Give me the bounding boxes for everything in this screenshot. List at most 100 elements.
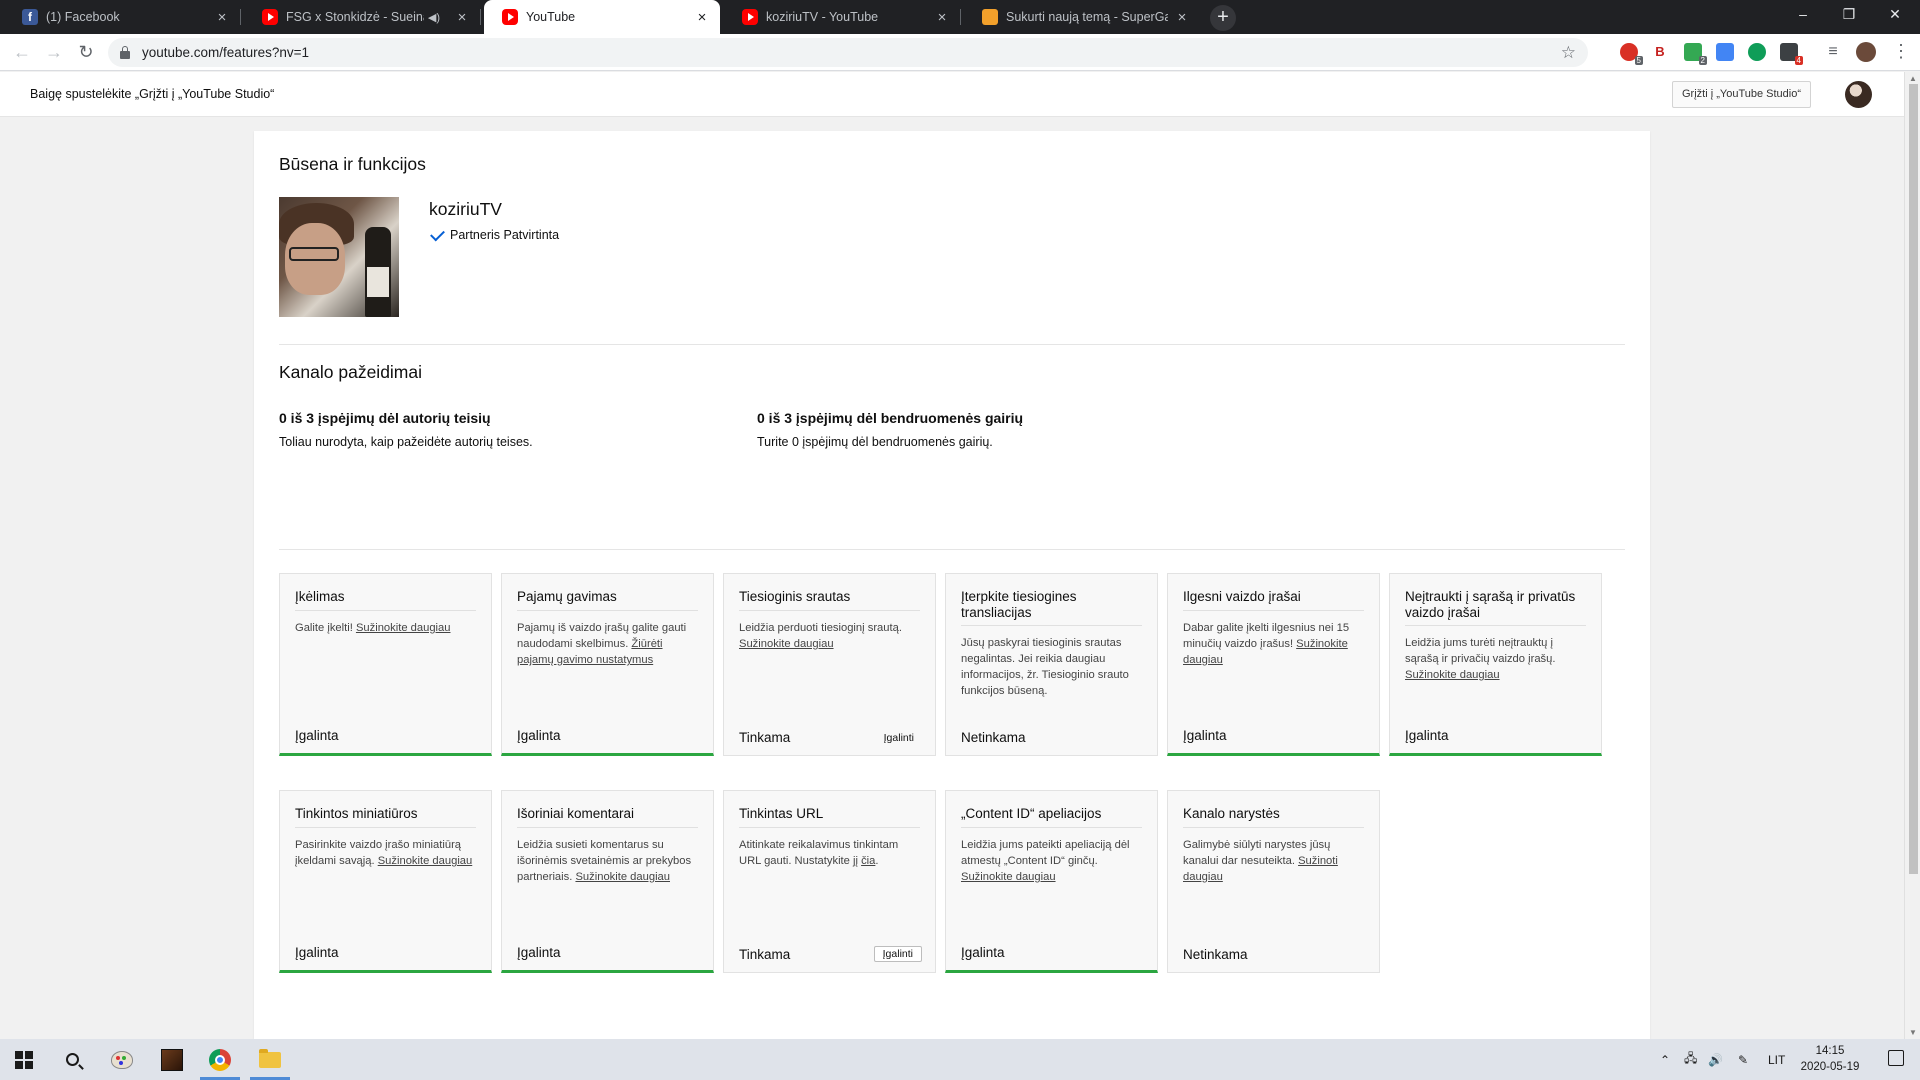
start-button[interactable] <box>0 1039 48 1080</box>
tab-close-icon[interactable]: × <box>454 9 470 26</box>
enable-button[interactable]: Įgalinti <box>876 731 922 745</box>
browser-tab-strip: f (1) Facebook × FSG x Stonkidzė - Suein… <box>0 0 1920 34</box>
return-to-studio-button[interactable]: Grįžti į „YouTube Studio“ <box>1672 81 1812 108</box>
reload-button[interactable]: ↻ <box>72 38 100 66</box>
notifications-icon[interactable] <box>1888 1050 1904 1066</box>
feature-divider <box>739 610 920 611</box>
checkmark-icon <box>430 226 445 241</box>
feature-status: Tinkama <box>739 947 791 962</box>
game-app-icon <box>161 1048 183 1071</box>
learn-more-link[interactable]: čia <box>861 855 875 867</box>
account-avatar[interactable] <box>1845 81 1872 108</box>
taskbar-search-button[interactable] <box>48 1039 96 1080</box>
feature-status: Įgalinta <box>1405 728 1449 743</box>
extension-b-icon[interactable]: B <box>1651 43 1669 61</box>
feature-card: Įterpkite tiesiogines transliacijas Jūsų … <box>945 573 1158 756</box>
taskbar-chrome[interactable] <box>196 1039 244 1080</box>
taskbar-paint-app[interactable] <box>98 1039 146 1080</box>
feature-title: Kanalo narystės <box>1183 806 1280 821</box>
tab-close-icon[interactable]: × <box>694 9 710 26</box>
learn-more-link[interactable]: Sužinokite daugiau <box>356 622 451 634</box>
feature-title: Neįtraukti į sąrašą ir privatūs vaizdo į… <box>1405 589 1576 620</box>
feature-description: Pasirinkite vaizdo įrašo miniatiūrą įkel… <box>295 837 478 869</box>
feature-status: Įgalinta <box>295 945 339 960</box>
system-clock[interactable]: 14:15 2020-05-19 <box>1792 1043 1868 1075</box>
tab-title: (1) Facebook <box>46 10 120 24</box>
tab-fsg-video[interactable]: FSG x Stonkidzė - Sueina (Pr ◀) × <box>244 0 481 34</box>
feature-title: Įterpkite tiesiogines transliacijas <box>961 589 1077 620</box>
feature-title: Pajamų gavimas <box>517 589 617 604</box>
lock-icon[interactable] <box>120 45 130 59</box>
section-divider <box>279 344 1625 345</box>
feature-card: Tiesioginis srautas Leidžia perduoti ties… <box>723 573 936 756</box>
extension-green-icon[interactable] <box>1748 43 1766 61</box>
pen-icon[interactable]: ✎ <box>1738 1039 1748 1080</box>
extension-blocker-icon[interactable]: 5 <box>1620 43 1643 65</box>
feature-divider <box>295 610 476 611</box>
tab-close-icon[interactable]: × <box>934 9 950 26</box>
bookmark-star-icon[interactable]: ☆ <box>1561 43 1576 63</box>
page-scrollbar[interactable]: ▲ ▼ <box>1904 72 1920 1039</box>
windows-taskbar: ⌃ 🖧 🔊 ✎ LIT 14:15 2020-05-19 <box>0 1039 1920 1080</box>
tray-overflow-icon[interactable]: ⌃ <box>1660 1039 1670 1080</box>
feature-divider <box>517 827 698 828</box>
enable-button[interactable]: Įgalinti <box>873 946 922 962</box>
scroll-down-icon[interactable]: ▼ <box>1909 1028 1917 1037</box>
feature-card: Tinkintas URL Atitinkate reikalavimus tin… <box>723 790 936 973</box>
tab-facebook[interactable]: f (1) Facebook × <box>4 0 241 34</box>
community-strikes-title: 0 iš 3 įspėjimų dėl bendruomenės gairių <box>757 410 1024 426</box>
youtube-icon <box>262 9 278 25</box>
new-tab-button[interactable]: + <box>1210 5 1236 31</box>
feature-description-text: Leidžia perduoti tiesioginį srautą. <box>739 622 902 634</box>
minimize-button[interactable]: – <box>1780 0 1826 30</box>
features-panel: Būsena ir funkcijos koziriuTV Partneris … <box>254 131 1650 1039</box>
tab-koziriutv[interactable]: koziriuTV - YouTube × <box>724 0 961 34</box>
extension-puzzle-icon[interactable]: 4 <box>1780 43 1803 65</box>
learn-more-link[interactable]: Sužinokite daugiau <box>378 855 473 867</box>
scroll-up-icon[interactable]: ▲ <box>1909 74 1917 83</box>
tab-youtube[interactable]: YouTube × <box>484 0 720 34</box>
taskbar-file-explorer[interactable] <box>246 1039 294 1080</box>
feature-description: Galimybė siūlyti narystes jūsų kanalui d… <box>1183 837 1366 885</box>
profile-avatar[interactable] <box>1856 42 1876 62</box>
taskbar-game-app[interactable] <box>148 1039 196 1080</box>
url-text[interactable]: youtube.com/features?nv=1 <box>142 45 1561 60</box>
address-bar[interactable]: youtube.com/features?nv=1 ☆ <box>108 38 1588 67</box>
copyright-strikes-desc: Toliau nurodyta, kaip pažeidėte autorių … <box>279 435 533 449</box>
section-divider <box>279 549 1625 550</box>
feature-description: Jūsų paskyrai tiesioginis srautas negali… <box>961 635 1144 699</box>
feature-title: Tinkintas URL <box>739 806 824 821</box>
reading-list-icon[interactable]: ≡ <box>1824 43 1842 61</box>
learn-more-link[interactable]: Sužinokite daugiau <box>961 871 1056 883</box>
partner-status-text: Partneris Patvirtinta <box>450 228 560 242</box>
browser-menu-icon[interactable]: ⋮ <box>1892 40 1910 62</box>
feature-divider <box>1183 610 1364 611</box>
forward-button[interactable]: → <box>40 38 68 66</box>
network-icon[interactable]: 🖧 <box>1684 1039 1697 1080</box>
extension-dollar-icon[interactable]: 2 <box>1684 43 1707 65</box>
scroll-thumb[interactable] <box>1909 84 1918 874</box>
extension-translate-icon[interactable] <box>1716 43 1734 61</box>
learn-more-link[interactable]: Sužinokite daugiau <box>739 638 834 650</box>
audio-playing-icon[interactable]: ◀) <box>428 11 440 24</box>
feature-title: Tinkintos miniatiūros <box>295 806 418 821</box>
feature-title: „Content ID“ apeliacijos <box>961 806 1102 821</box>
feature-card: Kanalo narystės Galimybė siūlyti narystes… <box>1167 790 1380 973</box>
close-window-button[interactable]: ✕ <box>1872 0 1918 30</box>
copyright-strikes-title: 0 iš 3 įspėjimų dėl autorių teisių <box>279 410 491 426</box>
learn-more-link[interactable]: Sužinokite daugiau <box>1405 669 1500 681</box>
search-icon <box>65 1053 79 1066</box>
channel-name[interactable]: koziriuTV <box>429 199 502 220</box>
volume-icon[interactable]: 🔊 <box>1708 1039 1723 1080</box>
back-button[interactable]: ← <box>8 38 36 66</box>
input-language[interactable]: LIT <box>1768 1039 1785 1080</box>
restore-button[interactable]: ❐ <box>1826 0 1872 30</box>
feature-divider <box>1183 827 1364 828</box>
tab-close-icon[interactable]: × <box>214 9 230 26</box>
tab-supergames[interactable]: Sukurti naują temą - SuperGame × <box>964 0 1200 34</box>
feature-title: Ilgesni vaizdo įrašai <box>1183 589 1301 604</box>
learn-more-link[interactable]: Sužinokite daugiau <box>575 871 670 883</box>
community-strikes-desc: Turite 0 įspėjimų dėl bendruomenės gairi… <box>757 435 993 449</box>
feature-status: Įgalinta <box>295 728 339 743</box>
tab-close-icon[interactable]: × <box>1174 9 1190 26</box>
